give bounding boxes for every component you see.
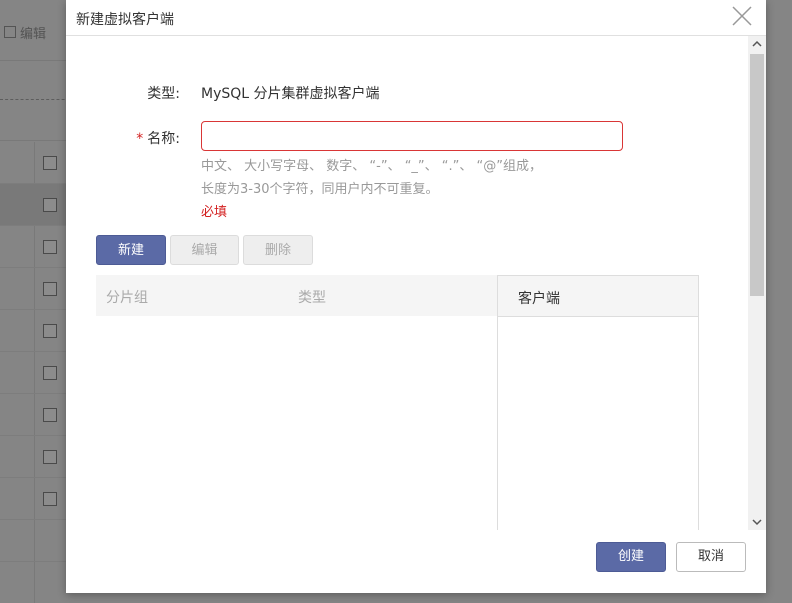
cancel-button[interactable]: 取消 (676, 542, 746, 572)
dialog-body: 类型: MySQL 分片集群虚拟客户端 * 名称: 中文、 大小写字母、 数字、 … (66, 36, 748, 530)
dialog-scrollbar[interactable] (748, 36, 766, 530)
scrollbar-thumb[interactable] (750, 54, 764, 296)
column-header-type: 类型 (298, 290, 326, 306)
edit-button[interactable]: 编辑 (170, 235, 239, 265)
name-hint-line2: 长度为3-30个字符，同用户内不可重复。 (201, 182, 439, 197)
name-label-wrap: * 名称: (66, 128, 180, 148)
scroll-down-icon[interactable] (752, 517, 762, 527)
dialog-title: 新建虚拟客户端 (76, 12, 174, 28)
close-icon[interactable] (730, 4, 754, 28)
create-button[interactable]: 创建 (596, 542, 666, 572)
name-hint-line1: 中文、 大小写字母、 数字、 “-”、 “_”、 “.”、 “@”组成， (201, 159, 542, 174)
name-label: 名称: (147, 131, 180, 147)
column-header-client: 客户端 (518, 291, 560, 307)
client-table: 客户端 (497, 275, 699, 530)
table-header: 客户端 (498, 276, 698, 317)
type-value: MySQL 分片集群虚拟客户端 (201, 86, 380, 102)
scroll-up-icon[interactable] (752, 39, 762, 49)
table-header: 分片组 类型 (96, 275, 497, 316)
required-error: 必填 (201, 205, 228, 220)
column-header-shard-group: 分片组 (106, 290, 148, 306)
shard-group-table: 分片组 类型 (96, 275, 497, 530)
new-button[interactable]: 新建 (96, 235, 166, 265)
new-virtual-client-dialog: 新建虚拟客户端 类型: MySQL 分片集群虚拟客户端 * 名称: 中文、 大小写… (66, 0, 766, 593)
name-input[interactable] (201, 121, 623, 151)
required-mark: * (136, 131, 144, 147)
delete-button[interactable]: 删除 (243, 235, 313, 265)
type-label: 类型: (147, 86, 180, 102)
